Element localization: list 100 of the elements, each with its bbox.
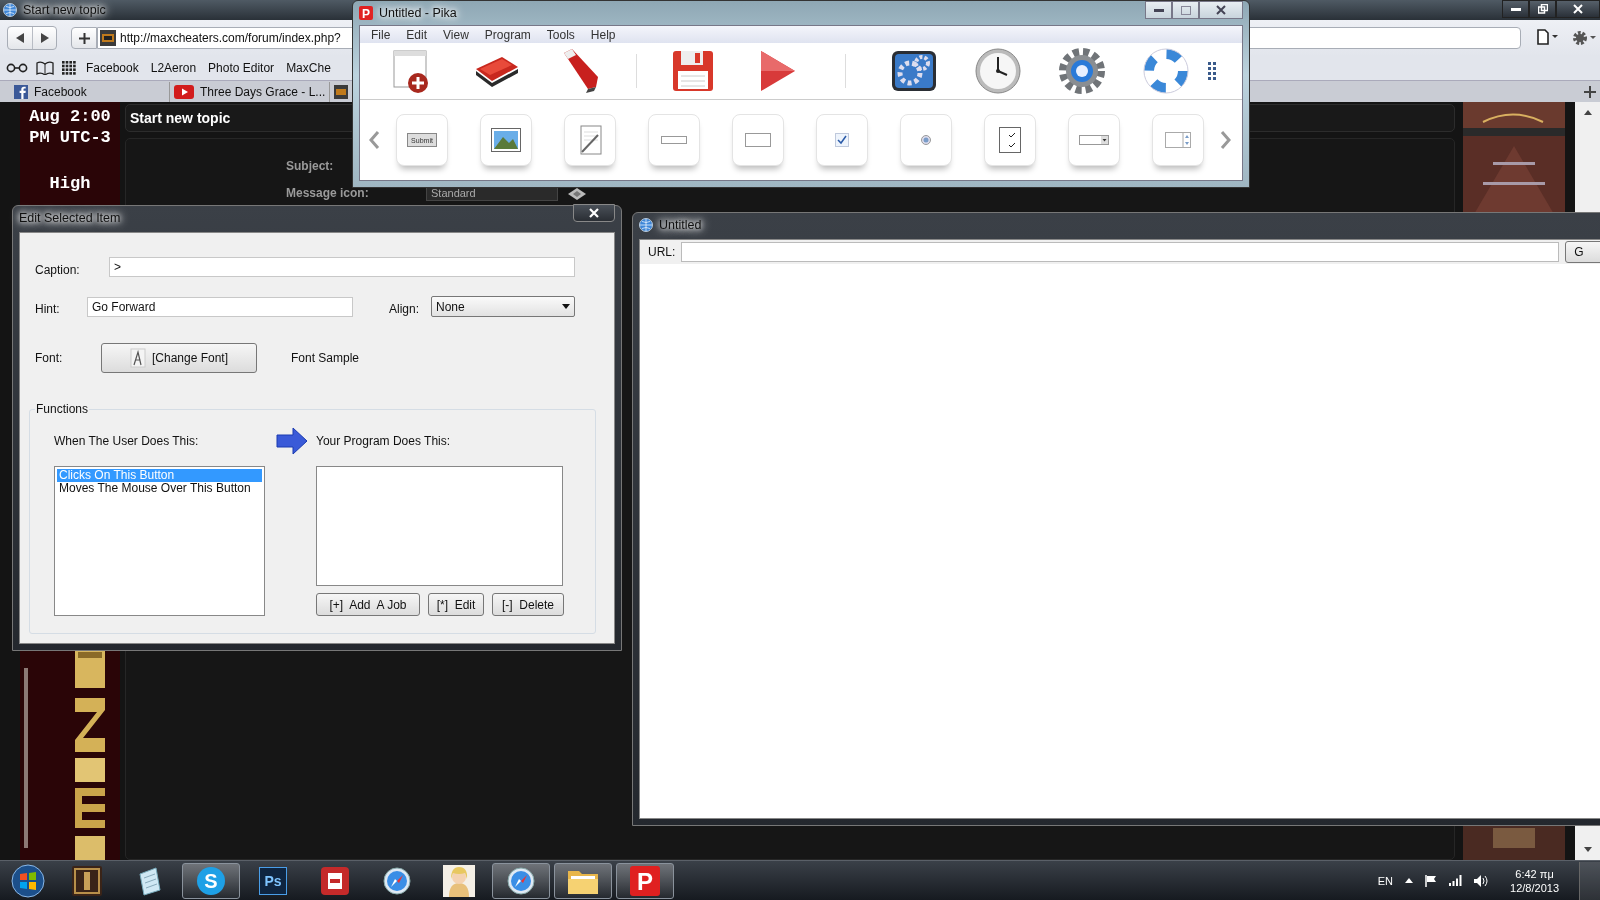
go-button[interactable]: G	[1565, 241, 1600, 263]
tool-button[interactable]	[732, 114, 784, 166]
app-icon: Ps	[259, 866, 287, 895]
start-button[interactable]	[11, 863, 45, 898]
checkbox-icon	[835, 133, 849, 147]
lifebuoy-icon[interactable]	[1142, 47, 1190, 95]
dialog-button[interactable]: [-] Delete	[492, 593, 564, 616]
scroll-right-icon[interactable]	[1220, 131, 1232, 149]
maximize-button[interactable]	[1172, 1, 1199, 19]
menu-item[interactable]: View	[435, 27, 477, 42]
language-indicator[interactable]: EN	[1377, 874, 1394, 887]
app-icon: P	[359, 6, 373, 20]
window-title: Untitled	[659, 218, 702, 232]
clock-time[interactable]: 6:42 πμ	[1515, 866, 1554, 881]
menu-item[interactable]: File	[363, 27, 399, 42]
taskbar-button[interactable]	[492, 862, 550, 899]
close-icon	[1573, 4, 1583, 14]
plus-icon	[78, 32, 90, 44]
grid-icon[interactable]	[62, 61, 76, 75]
signal-icon[interactable]	[1449, 875, 1463, 886]
image-tool-icon	[491, 128, 521, 152]
add-bookmark-button[interactable]	[71, 27, 97, 49]
close-button[interactable]	[1556, 0, 1600, 18]
book-icon[interactable]	[36, 61, 54, 75]
notepad-icon	[578, 125, 602, 155]
tool-button[interactable]	[480, 114, 532, 166]
globe-icon	[639, 218, 653, 232]
bookmark-link[interactable]: Facebook	[84, 61, 141, 75]
dialog-title: Edit Selected Item	[19, 211, 121, 225]
taskbar-button[interactable]: P	[616, 862, 674, 899]
window-title: Untitled - Pika	[379, 6, 457, 20]
clock-icon[interactable]	[974, 47, 1022, 95]
dropdown-icon	[1079, 135, 1109, 145]
tool-button[interactable]	[648, 114, 700, 166]
text-field-icon	[661, 136, 687, 144]
app-icon: P	[630, 865, 660, 896]
speaker-icon[interactable]	[1474, 874, 1489, 887]
group-title: Functions	[35, 402, 90, 416]
restore-icon	[1537, 4, 1548, 14]
gear-icon[interactable]	[1058, 47, 1106, 95]
show-hidden-icon[interactable]	[1405, 878, 1414, 883]
clock-text: PM UTC-3	[29, 127, 111, 148]
font-icon	[129, 348, 146, 368]
hint-field[interactable]: Go Forward	[87, 296, 353, 317]
minimize-icon	[1153, 8, 1164, 12]
taskbar-button[interactable]: Ps	[244, 862, 302, 899]
menu-item[interactable]: Edit	[398, 27, 436, 42]
field-label: Message icon:	[286, 187, 370, 200]
new-tab-icon[interactable]	[1584, 85, 1596, 98]
close-button[interactable]	[1199, 1, 1243, 19]
close-icon	[1216, 5, 1226, 15]
column-heading: Your Program Does This:	[316, 434, 451, 448]
url-field[interactable]	[681, 242, 1560, 262]
settings-icon[interactable]	[1571, 29, 1597, 47]
spinner-icon	[1165, 132, 1191, 148]
caption-field[interactable]: >	[109, 257, 575, 277]
glasses-icon[interactable]	[6, 63, 28, 73]
align-dropdown[interactable]: None	[431, 296, 575, 317]
maximize-icon	[1180, 5, 1191, 15]
menu-item[interactable]: Program	[476, 27, 539, 42]
minimize-button[interactable]	[1502, 0, 1529, 18]
close-icon	[589, 208, 599, 218]
scroll-left-icon[interactable]	[368, 131, 380, 149]
window-title: Start new topic	[23, 3, 106, 17]
bookmark-link[interactable]: L2Aeron	[148, 61, 199, 75]
field-label: Caption:	[35, 263, 81, 277]
arrow-right-icon	[276, 427, 308, 455]
flag-icon[interactable]	[1425, 874, 1438, 887]
menu-item[interactable]: Tools	[538, 27, 583, 42]
bookmark-link[interactable]: Photo Editor	[206, 61, 277, 75]
field-label: Subject:	[286, 160, 335, 173]
tool-button[interactable]	[1068, 114, 1120, 166]
tab-title: Facebook	[34, 85, 87, 99]
document-icon	[321, 866, 349, 895]
url-text: http://maxcheaters.com/forum/index.php?	[120, 31, 341, 45]
grip-icon[interactable]	[1208, 62, 1216, 80]
field-label: Font:	[35, 351, 64, 365]
clock-date[interactable]: 12/8/2013	[1510, 880, 1559, 895]
tool-button[interactable]	[984, 114, 1036, 166]
field-label: URL:	[648, 245, 676, 259]
restore-button[interactable]	[1529, 0, 1556, 18]
dialog-button[interactable]: [+] Add A Job	[316, 593, 420, 616]
site-icon	[14, 85, 28, 99]
change-font-button[interactable]: [Change Font]	[101, 343, 257, 373]
dialog-button[interactable]: [*] Edit	[428, 593, 484, 616]
close-button[interactable]	[573, 204, 615, 222]
app-icon: S	[196, 865, 226, 896]
minimize-button[interactable]	[1145, 1, 1172, 19]
site-icon	[334, 85, 348, 99]
checklist-icon	[999, 127, 1021, 153]
font-sample: Font Sample	[291, 351, 360, 365]
scroll-up-icon[interactable]	[1583, 110, 1592, 115]
page-menu-icon[interactable]	[1537, 29, 1559, 45]
list-item[interactable]: Moves The Mouse Over This Button	[57, 482, 262, 495]
menu-item[interactable]: Help	[582, 27, 624, 42]
bookmark-link[interactable]: MaxChe	[284, 61, 333, 75]
scroll-down-icon[interactable]	[1583, 847, 1592, 852]
taskbar-button[interactable]	[554, 862, 612, 899]
clock-text: Aug 2:00	[29, 106, 111, 127]
minimize-icon	[1510, 7, 1521, 11]
